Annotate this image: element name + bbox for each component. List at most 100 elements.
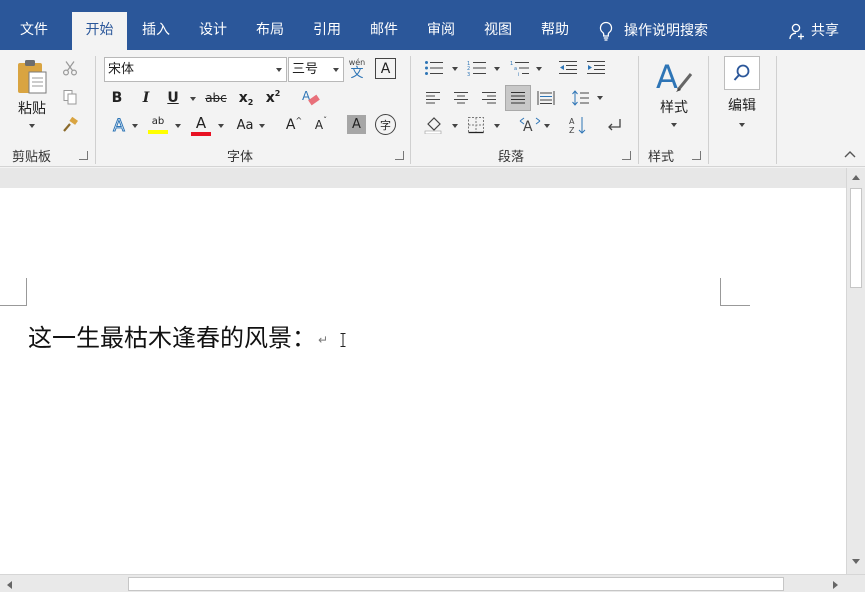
subscript-2: 2: [247, 98, 254, 107]
shrink-font-button[interactable]: Aˇ: [311, 114, 331, 136]
borders-button[interactable]: [465, 114, 487, 136]
styles-button[interactable]: A 样式: [648, 58, 700, 138]
editing-label: 编辑: [728, 98, 756, 114]
decrease-indent-button[interactable]: [557, 58, 579, 78]
chevron-down-icon: [29, 124, 35, 128]
align-right-button[interactable]: [478, 87, 500, 109]
subscript-x: x: [238, 90, 248, 106]
styles-launcher-icon[interactable]: [692, 151, 701, 160]
numbering-button[interactable]: 1 2 3: [465, 58, 489, 78]
tab-view[interactable]: 视图: [476, 12, 520, 50]
separator: [410, 56, 411, 164]
superscript-button[interactable]: x2: [263, 88, 283, 108]
phonetic-guide-button[interactable]: wén 文: [346, 57, 368, 81]
text-effects-button[interactable]: A: [108, 115, 130, 137]
multilevel-list-button[interactable]: 1 a i: [508, 58, 532, 78]
tab-layout[interactable]: 布局: [248, 12, 292, 50]
chevron-down-icon: [132, 124, 138, 128]
font-name-select[interactable]: 宋体: [104, 57, 287, 82]
strikethrough-button[interactable]: abc: [203, 88, 229, 108]
document-text[interactable]: 这一生最枯木逢春的风景： ↵: [28, 318, 328, 353]
font-color-button[interactable]: A: [189, 112, 213, 138]
vertical-scrollbar[interactable]: [846, 168, 865, 574]
editing-icon-box: [724, 56, 760, 90]
enclose-characters-button[interactable]: 字: [375, 114, 396, 135]
subscript-button[interactable]: x2: [236, 88, 256, 108]
character-shading-button[interactable]: A: [347, 115, 366, 134]
grow-font-button[interactable]: A ^: [284, 114, 304, 136]
tab-insert[interactable]: 插入: [134, 12, 178, 50]
scroll-down-icon[interactable]: [851, 558, 861, 566]
document-page[interactable]: [0, 188, 846, 574]
scissors-icon: [62, 61, 78, 76]
paragraph-launcher-icon[interactable]: [622, 151, 631, 160]
bold-button[interactable]: B: [108, 88, 126, 108]
justify-button[interactable]: [505, 85, 531, 111]
change-case-button[interactable]: Aa: [233, 114, 257, 136]
font-launcher-icon[interactable]: [395, 151, 404, 160]
justify-icon: [511, 92, 525, 104]
share-button[interactable]: 共享: [788, 12, 839, 50]
tab-design[interactable]: 设计: [191, 12, 235, 50]
tab-home[interactable]: 开始: [72, 12, 127, 50]
chinese-layout-button[interactable]: A: [518, 114, 542, 136]
multilevel-list-icon: 1 a i: [510, 61, 529, 76]
align-left-button[interactable]: [422, 87, 444, 109]
document-line: 这一生最枯木逢春的风景：: [28, 324, 316, 352]
add-person-icon: [789, 23, 804, 40]
tab-file[interactable]: 文件: [12, 12, 56, 50]
align-center-icon: [454, 92, 468, 104]
scroll-left-icon[interactable]: [5, 580, 13, 590]
horizontal-scrollbar[interactable]: [0, 574, 865, 592]
scroll-up-icon[interactable]: [851, 173, 861, 181]
vertical-scroll-thumb[interactable]: [850, 188, 862, 288]
highlight-button[interactable]: ab: [146, 112, 170, 138]
paste-button[interactable]: 粘贴: [8, 58, 56, 138]
separator: [638, 56, 639, 164]
ribbon: 粘贴 剪贴板 宋体 三号 wén 文 A B I U abc x 2 x 2 A…: [0, 50, 865, 167]
character-border-button[interactable]: A: [375, 58, 396, 79]
show-hide-marks-button[interactable]: [603, 114, 625, 136]
collapse-ribbon-button[interactable]: [840, 146, 860, 162]
tell-me-label: 操作说明搜索: [624, 23, 708, 39]
svg-text:a: a: [514, 66, 517, 72]
chevron-down-icon: [175, 124, 181, 128]
chevron-down-icon: [544, 124, 550, 128]
bullets-button[interactable]: [422, 58, 446, 78]
tell-me-search[interactable]: 操作说明搜索: [598, 12, 708, 50]
borders-icon: [468, 117, 484, 134]
styles-group-label: 样式: [648, 150, 675, 165]
line-spacing-button[interactable]: [570, 87, 592, 109]
menu-bar: 文件 开始 插入 设计 布局 引用 邮件 审阅 视图 帮助 操作说明搜索 共享: [0, 0, 865, 50]
underline-button[interactable]: U: [164, 88, 182, 108]
clipboard-launcher-icon[interactable]: [79, 151, 88, 160]
italic-button[interactable]: I: [137, 88, 155, 108]
editing-button[interactable]: 编辑: [718, 56, 766, 136]
format-painter-button[interactable]: [60, 115, 80, 135]
font-size-select[interactable]: 三号: [288, 57, 344, 82]
tab-review[interactable]: 审阅: [419, 12, 463, 50]
font-group-label: 字体: [227, 150, 254, 165]
tab-mailings[interactable]: 邮件: [362, 12, 406, 50]
chevron-up-icon: [844, 151, 856, 158]
clear-formatting-button[interactable]: A: [300, 87, 322, 109]
scroll-right-icon[interactable]: [832, 580, 840, 590]
tab-references[interactable]: 引用: [305, 12, 349, 50]
cut-button[interactable]: [60, 58, 80, 78]
horizontal-scroll-thumb[interactable]: [128, 577, 784, 591]
svg-text:i: i: [518, 72, 519, 76]
increase-indent-button[interactable]: [585, 58, 607, 78]
svg-text:3: 3: [467, 72, 470, 76]
align-center-button[interactable]: [450, 87, 472, 109]
shrink-font-a: A: [314, 118, 324, 132]
copy-button[interactable]: [60, 87, 80, 107]
tab-help[interactable]: 帮助: [533, 12, 577, 50]
separator: [708, 56, 709, 164]
paragraph-mark: ↵: [318, 332, 329, 347]
distributed-button[interactable]: [535, 87, 557, 109]
chevron-down-icon: [190, 97, 196, 101]
sort-button[interactable]: A Z: [567, 114, 589, 136]
decrease-indent-icon: [559, 61, 577, 74]
shading-button[interactable]: [422, 114, 446, 136]
chinese-layout-icon: A: [519, 117, 541, 134]
